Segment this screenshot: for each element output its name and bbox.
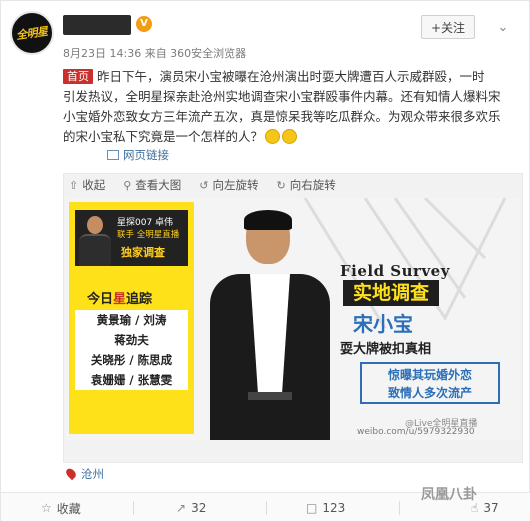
verified-v-icon: V	[136, 16, 152, 32]
headline-tag: 首页	[63, 69, 93, 84]
rotate-left-icon: ↺	[199, 178, 209, 192]
name-line: 黄景瑜 / 刘涛	[96, 313, 167, 327]
location-pin-icon	[64, 466, 78, 481]
brand-line-1: 星探007 卓伟	[117, 218, 174, 228]
magnify-icon: ⚲	[123, 178, 132, 192]
divider	[133, 501, 134, 515]
divider	[399, 501, 400, 515]
post-meta: 8月23日 14:36 来自 360安全浏览器	[63, 47, 247, 60]
host-photo	[75, 210, 115, 266]
forward-count: 32	[191, 501, 207, 515]
smiley-emoji-icon	[265, 129, 281, 144]
name-line: 袁姗姗 / 张慧雯	[90, 373, 173, 387]
avatar[interactable]: 全明星	[10, 11, 54, 55]
today-highlight: 星	[113, 292, 127, 307]
subject-name: 宋小宝	[353, 312, 413, 336]
field-survey-label: Field Survey	[340, 262, 450, 280]
media-toolbar: ⇧ 收起 ⚲ 查看大图 ↺ 向左旋转 ↻ 向右旋转	[63, 173, 354, 197]
comment-button[interactable]: □ 123	[306, 493, 345, 521]
star-icon: ☆	[41, 501, 52, 515]
link-icon	[107, 150, 119, 160]
forward-icon: ↗	[176, 501, 187, 515]
comment-icon: □	[306, 501, 318, 515]
post-text-line-2: 引发热议，全明星探亲赴沧州实地调查宋小宝群殴事件内幕。还有知情人爆料宋	[63, 89, 501, 104]
today-tracking-title: 今日星追踪	[87, 288, 152, 307]
subject-photo	[210, 210, 330, 440]
brand-line-2: 联手 全明星直播	[117, 230, 180, 240]
post-text-line-1: 昨日下午，演员宋小宝被曝在沧州演出时耍大牌遭百人示威群殴，一时	[97, 69, 485, 84]
avatar-logo-text: 全明星	[15, 24, 49, 43]
collect-label: 收藏	[56, 501, 81, 516]
post-text-line-4: 的宋小宝私下究竟是一个怎样的人？	[63, 129, 264, 144]
post-text: 首页 昨日下午，演员宋小宝被曝在沧州演出时耍大牌遭百人示威群殴，一时 引发热议，全…	[63, 67, 523, 147]
web-link[interactable]: 网页链接	[107, 147, 169, 163]
divider	[266, 501, 267, 515]
poster-headline: 耍大牌被扣真相	[340, 342, 432, 357]
weibo-post-card: 全明星 V 8月23日 14:36 来自 360安全浏览器 +关注 ⌄ 首页 昨日…	[0, 0, 530, 521]
location-tag[interactable]: 沧州	[64, 466, 104, 482]
name-line: 关晓彤 / 陈思成	[90, 353, 173, 367]
collapse-button[interactable]: ⇧ 收起	[69, 177, 105, 193]
rotate-left-button[interactable]: ↺ 向左旋转	[199, 177, 258, 193]
view-large-button[interactable]: ⚲ 查看大图	[123, 177, 181, 193]
claims-box: 惊曝其玩婚外恋 致情人多次流产	[360, 362, 500, 404]
follow-button[interactable]: +关注	[421, 15, 475, 39]
collapse-label: 收起	[82, 178, 106, 192]
web-link-label: 网页链接	[123, 148, 169, 162]
collapse-icon: ⇧	[69, 178, 79, 192]
rotate-right-label: 向右旋转	[289, 178, 336, 192]
chevron-down-icon[interactable]: ⌄	[493, 19, 513, 37]
rotate-right-button[interactable]: ↻ 向右旋转	[277, 177, 336, 193]
rotate-left-label: 向左旋转	[212, 178, 259, 192]
location-label: 沧州	[81, 467, 104, 481]
source-watermark: 凤凰八卦	[421, 487, 477, 503]
forward-button[interactable]: ↗ 32	[176, 493, 206, 521]
like-count: 37	[483, 501, 499, 515]
comment-count: 123	[322, 501, 346, 515]
image-watermark-url: weibo.com/u/5979322930	[357, 427, 475, 437]
username-redacted[interactable]	[63, 15, 131, 35]
smiley-emoji-icon	[282, 129, 298, 144]
post-image[interactable]: 星探007 卓伟 联手 全明星直播 独家调查 今日星追踪 黄景瑜 / 刘涛 蒋劲…	[65, 198, 520, 440]
name-line: 蒋劲夫	[114, 333, 149, 347]
post-text-line-3: 小宝婚外恋致女方三年流产五次，真是惊呆我等吃瓜群众。为观众带来很多欢乐	[63, 109, 501, 124]
rotate-right-icon: ↻	[276, 178, 286, 192]
view-large-label: 查看大图	[135, 178, 182, 192]
claim-line-2: 致情人多次流产	[387, 386, 472, 400]
today-suffix: 追踪	[126, 292, 153, 307]
claim-line-1: 惊曝其玩婚外恋	[387, 368, 472, 382]
survey-title: 实地调查	[343, 280, 439, 306]
brand-line-3: 独家调查	[121, 246, 165, 259]
celebrity-name-list: 黄景瑜 / 刘涛 蒋劲夫 关晓彤 / 陈思成 袁姗姗 / 张慧雯	[75, 310, 188, 390]
collect-button[interactable]: ☆ 收藏	[41, 493, 81, 521]
today-prefix: 今日	[87, 292, 114, 307]
